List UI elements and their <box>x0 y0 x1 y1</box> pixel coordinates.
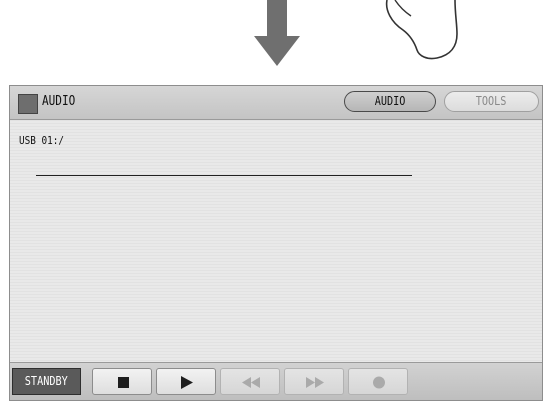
standby-button[interactable]: STANDBY <box>12 368 81 395</box>
down-arrow-icon <box>254 0 300 66</box>
tab-audio[interactable]: AUDIO <box>344 91 436 112</box>
tab-audio-label: AUDIO <box>374 94 406 108</box>
play-icon <box>181 376 193 389</box>
audio-page-icon <box>18 94 38 114</box>
fast-forward-icon <box>306 377 324 388</box>
standby-label: STANDBY <box>24 374 68 388</box>
stop-button[interactable] <box>92 368 152 395</box>
transport-bar: STANDBY <box>10 362 542 400</box>
instruction-illustration <box>0 0 545 85</box>
audio-screen: AUDIO AUDIO TOOLS USB 01:/ STANDBY <box>9 85 543 401</box>
stop-icon <box>118 377 129 388</box>
file-list-underline[interactable] <box>36 175 412 176</box>
file-browser: USB 01:/ <box>10 120 542 363</box>
record-button[interactable] <box>348 368 408 395</box>
play-button[interactable] <box>156 368 216 395</box>
page-title: AUDIO <box>42 94 76 109</box>
rewind-button[interactable] <box>220 368 280 395</box>
fast-forward-button[interactable] <box>284 368 344 395</box>
rewind-icon <box>242 377 260 388</box>
record-icon <box>373 376 385 389</box>
tab-tools-label: TOOLS <box>476 94 507 108</box>
touch-hand-icon <box>385 0 458 60</box>
tab-tools[interactable]: TOOLS <box>444 91 539 112</box>
current-path: USB 01:/ <box>19 134 65 147</box>
title-bar: AUDIO AUDIO TOOLS <box>10 86 542 120</box>
